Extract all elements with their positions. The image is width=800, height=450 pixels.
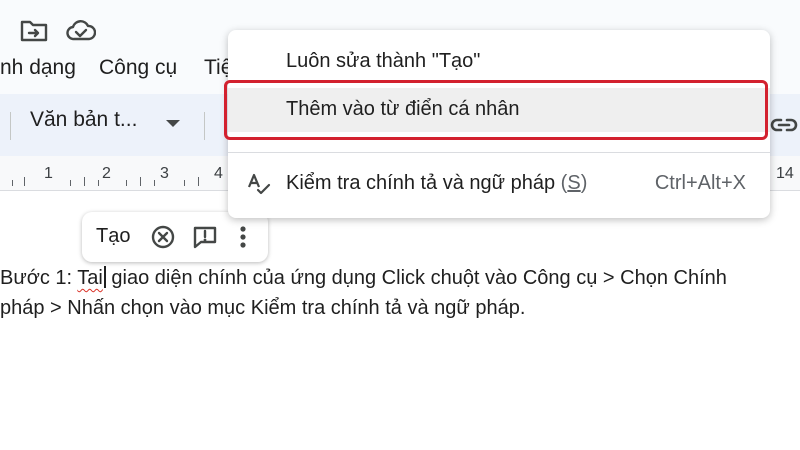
menu-divider xyxy=(228,152,770,153)
ruler-tick xyxy=(70,180,71,186)
menu-item-label: Kiểm tra chính tả và ngữ pháp (S) xyxy=(286,172,587,195)
ruler-tick xyxy=(154,180,155,186)
menu-item-label: Luôn sửa thành "Tạo" xyxy=(286,50,481,72)
document-text: giao diện chính của ứng dụng Click chuột… xyxy=(105,267,727,289)
ruler-number: 4 xyxy=(214,165,223,182)
menu-format[interactable]: nh dạng xyxy=(0,56,76,80)
misspelled-word[interactable]: Tai xyxy=(77,267,103,289)
ruler-tick xyxy=(84,177,85,186)
menu-item-spellcheck[interactable]: Kiểm tra chính tả và ngữ pháp (S) Ctrl+A… xyxy=(228,162,770,206)
highlight-annotation xyxy=(224,80,768,140)
comment-icon[interactable] xyxy=(192,224,218,250)
ruler-number: 1 xyxy=(44,165,53,182)
paragraph-style-select[interactable]: Văn bản t... xyxy=(30,108,137,138)
ruler-tick xyxy=(24,177,25,186)
spelling-suggestion-chip: Tạo xyxy=(82,212,268,262)
ruler-number: 14 xyxy=(776,165,794,182)
more-vert-icon[interactable] xyxy=(230,224,256,250)
menu-item-always-correct[interactable]: Luôn sửa thành "Tạo" xyxy=(228,40,770,84)
document-text: pháp > Nhấn chọn vào mục Kiểm tra chính … xyxy=(0,297,526,319)
move-to-folder-icon[interactable] xyxy=(20,18,48,44)
ruler-tick xyxy=(12,180,13,186)
document-line[interactable]: pháp > Nhấn chọn vào mục Kiểm tra chính … xyxy=(0,297,525,320)
dismiss-icon[interactable] xyxy=(150,224,176,250)
mnemonic-key: S xyxy=(567,172,581,194)
toolbar-divider xyxy=(204,112,205,140)
ruler-tick xyxy=(126,180,127,186)
toolbar-divider xyxy=(10,112,11,140)
ruler-tick xyxy=(98,180,99,186)
keyboard-shortcut: Ctrl+Alt+X xyxy=(654,172,746,194)
menu-item-mnemonic: (S) xyxy=(561,172,588,194)
document-line[interactable]: Bước 1: Tai giao diện chính của ứng dụng… xyxy=(0,266,727,290)
cloud-saved-icon[interactable] xyxy=(66,18,97,44)
ruler-number: 3 xyxy=(160,165,169,182)
link-icon[interactable] xyxy=(770,112,798,143)
menu-tools[interactable]: Công cụ xyxy=(99,56,177,80)
ruler-number: 2 xyxy=(102,165,111,182)
ruler-tick xyxy=(140,177,141,186)
suggestion-word[interactable]: Tạo xyxy=(96,225,130,248)
document-text: Bước 1: xyxy=(0,267,78,289)
menu-item-label-text: Kiểm tra chính tả và ngữ pháp xyxy=(286,172,561,194)
ruler-tick xyxy=(184,180,185,186)
chevron-down-icon[interactable] xyxy=(166,120,180,127)
ruler-tick xyxy=(198,177,199,186)
spellcheck-icon xyxy=(246,171,272,202)
paren: ) xyxy=(580,172,588,194)
